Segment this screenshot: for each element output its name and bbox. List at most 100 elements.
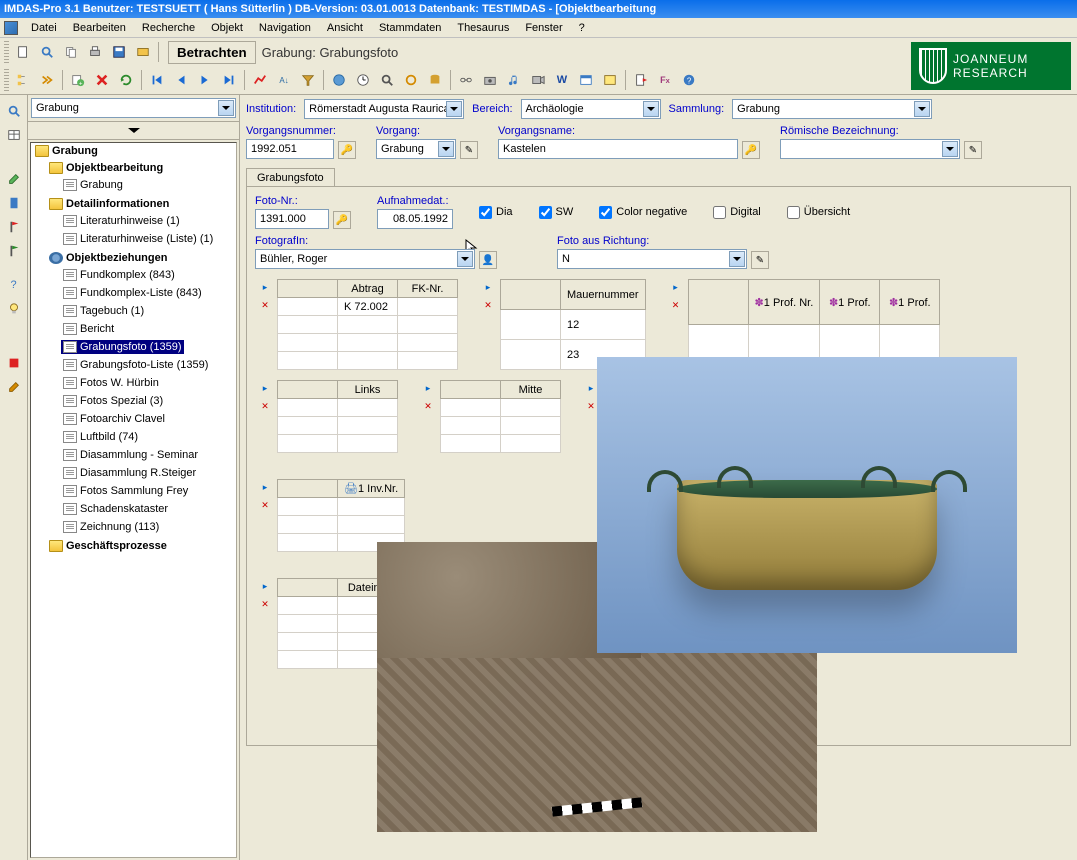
tree-view[interactable]: Grabung Objektbearbeitung Grabung Detail… [30, 142, 237, 858]
menu-objekt[interactable]: Objekt [204, 20, 250, 36]
fotonr-input[interactable]: 1391.000 [255, 209, 329, 229]
vorgangsname-input[interactable]: Kastelen [498, 139, 738, 159]
grid-add-button[interactable]: ▸ [667, 279, 685, 295]
col-prof2[interactable]: ✽1 Prof. [880, 280, 940, 325]
nav-next-icon[interactable] [36, 69, 58, 91]
print-button[interactable] [84, 41, 106, 63]
save-button[interactable] [108, 41, 130, 63]
new-button[interactable] [12, 41, 34, 63]
tree-item[interactable]: Literaturhinweise (1) [61, 214, 182, 228]
menu-bearbeiten[interactable]: Bearbeiten [66, 20, 133, 36]
tree-detailinformationen[interactable]: Detailinformationen [47, 197, 171, 211]
zoom-button[interactable] [376, 69, 398, 91]
menu-ansicht[interactable]: Ansicht [320, 20, 370, 36]
delete-button[interactable] [91, 69, 113, 91]
menu-help[interactable]: ? [572, 20, 592, 36]
cell[interactable]: K 72.002 [338, 298, 398, 316]
chevron-down-icon[interactable] [643, 101, 659, 117]
pencil-icon[interactable] [3, 376, 25, 398]
tree-item[interactable]: Grabung [61, 178, 125, 192]
video-button[interactable] [527, 69, 549, 91]
col-invnr[interactable]: 🖨1 Inv.Nr. [338, 480, 405, 498]
grid-add-button[interactable]: ▸ [256, 380, 274, 396]
col-mitte[interactable]: Mitte [501, 381, 561, 399]
col-mauernummer[interactable]: Mauernummer [561, 280, 646, 310]
tree-item[interactable]: Tagebuch (1) [61, 304, 146, 318]
key-icon[interactable]: 🔑 [742, 141, 760, 159]
table-icon[interactable] [3, 124, 25, 146]
grid-delete-button[interactable]: ✕ [256, 497, 274, 513]
check-colorneg[interactable]: Color negative [599, 206, 687, 219]
menu-stammdaten[interactable]: Stammdaten [372, 20, 448, 36]
tree-item[interactable]: Luftbild (74) [61, 430, 140, 444]
bookmark-icon[interactable] [3, 192, 25, 214]
tree-item[interactable]: Fotos W. Hürbin [61, 376, 161, 390]
edit-icon[interactable]: ✎ [964, 141, 982, 159]
menu-datei[interactable]: Datei [24, 20, 64, 36]
tree-item[interactable]: Zeichnung (113) [61, 520, 161, 534]
copy-button[interactable] [60, 41, 82, 63]
col-abtrag[interactable]: Abtrag [338, 280, 398, 298]
bereich-combo[interactable]: Archäologie [521, 99, 661, 119]
institution-combo[interactable]: Römerstadt Augusta Raurica [304, 99, 464, 119]
grid-delete-button[interactable]: ✕ [256, 596, 274, 612]
magnify-icon[interactable] [3, 100, 25, 122]
grid-delete-button[interactable]: ✕ [256, 297, 274, 313]
red-square-icon[interactable] [3, 352, 25, 374]
refresh-button[interactable] [115, 69, 137, 91]
tree-item[interactable]: Diasammlung R.Steiger [61, 466, 198, 480]
first-button[interactable] [146, 69, 168, 91]
tree-item[interactable]: Literaturhinweise (Liste) (1) [61, 232, 215, 246]
fn-button[interactable]: Fx [654, 69, 676, 91]
chevron-down-icon[interactable] [914, 101, 930, 117]
chevron-down-icon[interactable] [729, 251, 745, 267]
abc-button[interactable]: A↓ [273, 69, 295, 91]
vorgang-combo[interactable]: Grabung [376, 139, 456, 159]
col-fknr[interactable]: FK-Nr. [398, 280, 458, 298]
last-button[interactable] [218, 69, 240, 91]
tree-item[interactable]: Fundkomplex-Liste (843) [61, 286, 204, 300]
sammlung-combo[interactable]: Grabung [732, 99, 932, 119]
tree-item[interactable]: Bericht [61, 322, 116, 336]
filter-button[interactable] [297, 69, 319, 91]
cell[interactable]: 12 [561, 310, 646, 340]
fotoaus-combo[interactable]: N [557, 249, 747, 269]
col-links[interactable]: Links [338, 381, 398, 399]
link-button[interactable] [455, 69, 477, 91]
grid-add-button[interactable]: ▸ [256, 279, 274, 295]
check-dia[interactable]: Dia [479, 206, 513, 219]
help-pointer-icon[interactable]: ? [3, 274, 25, 296]
flag-green-icon[interactable] [3, 240, 25, 262]
word-button[interactable]: W [551, 69, 573, 91]
grid-add-button[interactable]: ▸ [256, 578, 274, 594]
tree-item[interactable]: Fotoarchiv Clavel [61, 412, 167, 426]
key-icon[interactable]: 🔑 [333, 211, 351, 229]
db-button[interactable] [424, 69, 446, 91]
tree-root[interactable]: Grabung [33, 144, 100, 158]
clock-button[interactable] [352, 69, 374, 91]
search-button[interactable] [36, 41, 58, 63]
tree-item[interactable]: Fotos Spezial (3) [61, 394, 165, 408]
grid-delete-button[interactable]: ✕ [479, 297, 497, 313]
menu-thesaurus[interactable]: Thesaurus [450, 20, 516, 36]
tree-objektbeziehungen[interactable]: Objektbeziehungen [47, 251, 169, 265]
tree-item[interactable]: Schadenskataster [61, 502, 170, 516]
exit-button[interactable] [630, 69, 652, 91]
object-button[interactable] [132, 41, 154, 63]
tree-button[interactable] [12, 69, 34, 91]
tree-item[interactable]: Grabungsfoto-Liste (1359) [61, 358, 210, 372]
tree-geschaeftsprozesse[interactable]: Geschäftsprozesse [47, 539, 169, 553]
aufnahmedat-input[interactable]: 08.05.1992 [377, 209, 453, 229]
info-button[interactable] [599, 69, 621, 91]
check-uebersicht[interactable]: Übersicht [787, 206, 850, 219]
edit-icon[interactable]: ✎ [751, 251, 769, 269]
tree-item[interactable]: Fotos Sammlung Frey [61, 484, 190, 498]
key-icon[interactable]: 🔑 [338, 141, 356, 159]
grid-add-button[interactable]: ▸ [479, 279, 497, 295]
window-button[interactable] [575, 69, 597, 91]
chevron-down-icon[interactable] [457, 251, 473, 267]
grid-delete-button[interactable]: ✕ [667, 297, 685, 313]
chevron-down-icon[interactable] [218, 100, 234, 116]
col-profnr[interactable]: ✽1 Prof. Nr. [748, 280, 820, 325]
betrachten-button[interactable]: Betrachten [168, 41, 256, 64]
